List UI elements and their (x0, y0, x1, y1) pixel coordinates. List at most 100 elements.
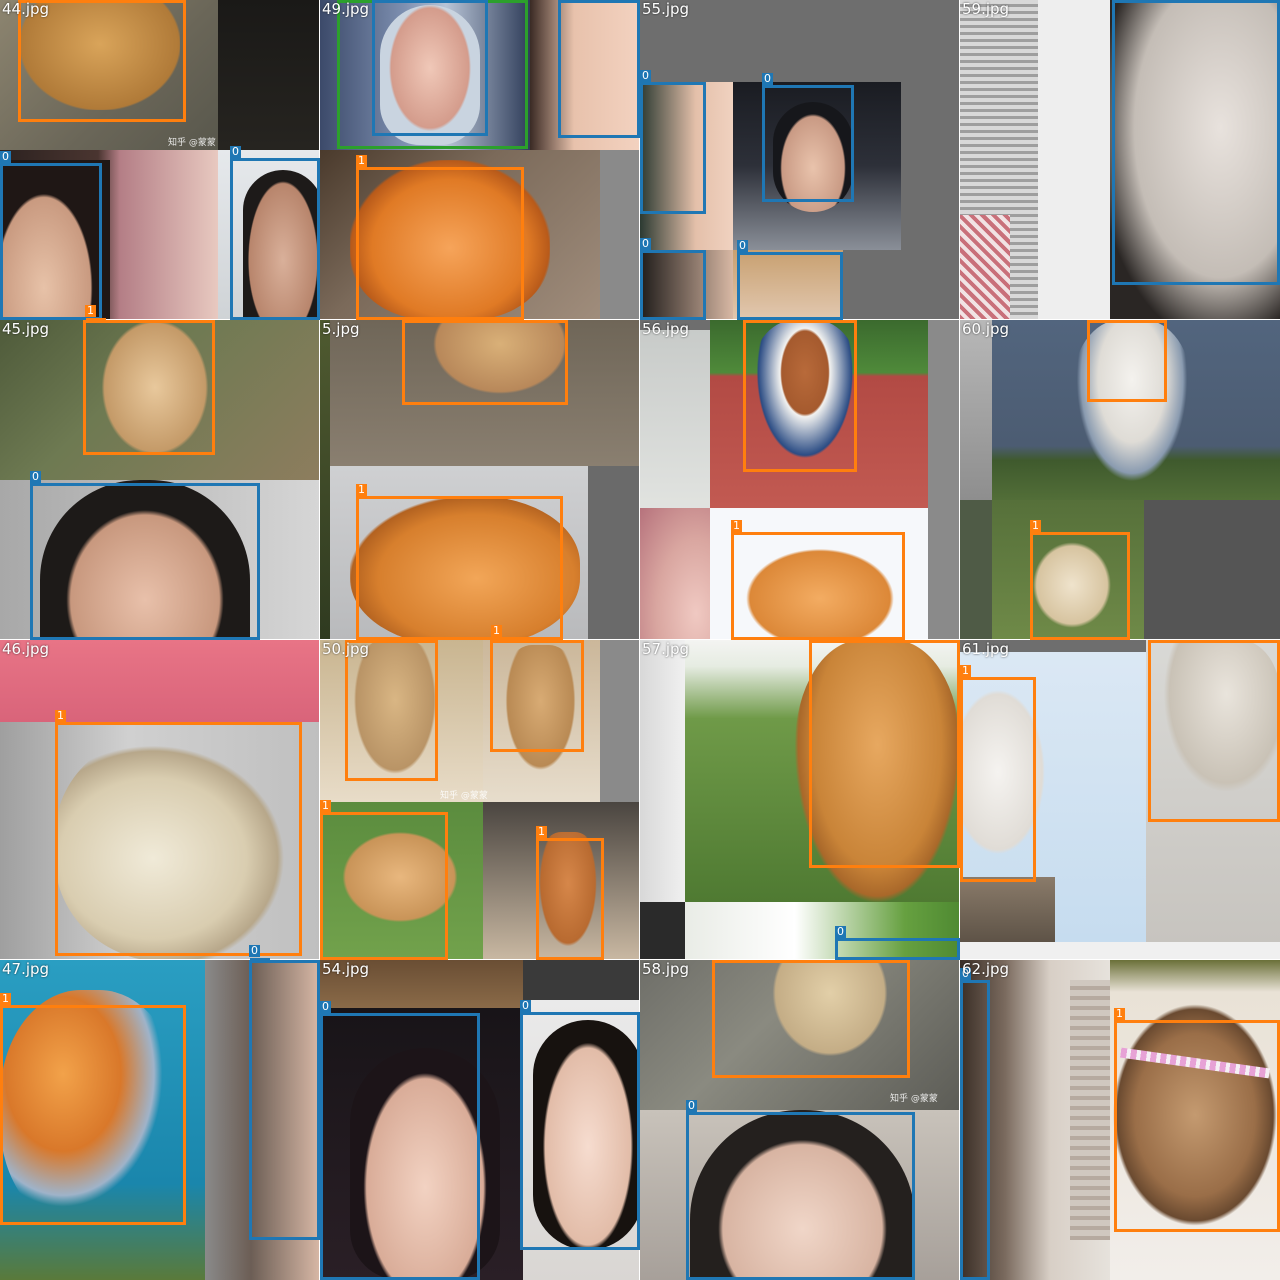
wall-photo (960, 320, 992, 500)
class-label: 1 (55, 709, 66, 722)
plant-strip (320, 320, 330, 640)
detection-box: 0 (762, 73, 854, 202)
detection-box: 1 (712, 960, 910, 1078)
detection-box: 1 (356, 155, 524, 320)
class-label: 1 (356, 483, 367, 496)
class-label: 0 (230, 145, 241, 158)
detection-box: 0 (640, 238, 706, 320)
class-label: 0 (737, 239, 748, 252)
class-label: 0 (762, 72, 773, 85)
mosaic-tile: 62.jpg 0 1 (959, 959, 1280, 1280)
detection-box: 0 (640, 70, 706, 214)
class-label: 0 (520, 999, 531, 1012)
detection-box: 1 (18, 0, 186, 122)
mosaic-tile: 55.jpg 0 0 0 0 (639, 0, 961, 321)
class-label: 1 (85, 304, 96, 317)
detection-box (1112, 0, 1280, 285)
class-label: 0 (640, 69, 651, 82)
padding-area (588, 466, 640, 640)
tile-filename: 54.jpg (322, 960, 370, 978)
wall-photo (640, 330, 710, 510)
shirt-photo (960, 215, 1010, 320)
tile-filename: 61.jpg (962, 640, 1010, 658)
detection-box: 1 (0, 993, 186, 1225)
tile-filename: 47.jpg (2, 960, 50, 978)
grass-photo (960, 500, 992, 640)
detection-box: 1 (809, 640, 960, 868)
class-label: 1 (356, 154, 367, 167)
mosaic-tile: 59.jpg (959, 0, 1280, 321)
mosaic-tile: 45.jpg 1 0 (0, 319, 321, 641)
detection-box: 0 (520, 1000, 640, 1250)
detection-box: 0 (0, 151, 102, 320)
detection-box (249, 960, 320, 1240)
padding-area (1144, 500, 1280, 640)
watermark: 知乎 @蒙蒙 (168, 138, 216, 148)
detection-box: 1 (1114, 1008, 1280, 1232)
tile-filename: 49.jpg (322, 0, 370, 18)
class-label: 1 (1030, 519, 1041, 532)
mosaic-tile: 57.jpg 1 0 (639, 639, 961, 961)
detection-box: 1 (960, 665, 1036, 882)
mosaic-tile: 47.jpg 1 (0, 959, 321, 1280)
detection-box (372, 0, 488, 136)
tile-filename: 56.jpg (642, 320, 690, 338)
detection-box: 0 (835, 926, 960, 960)
padding-area (600, 640, 640, 802)
mosaic-tile: 56.jpg 1 (639, 319, 961, 641)
detection-box: 0 (30, 471, 260, 640)
shirt-photo (640, 508, 710, 640)
class-label: 0 (0, 150, 11, 163)
detection-box: 0 (320, 1001, 480, 1280)
detection-box: 1 (731, 520, 905, 640)
padding-area (600, 150, 640, 320)
detection-box (558, 0, 640, 138)
detection-box: 1 (1030, 520, 1130, 640)
detection-box: 1 (1148, 640, 1280, 822)
dark-photo (218, 0, 320, 150)
detection-box: 0 (230, 146, 320, 320)
class-label: 1 (0, 992, 11, 1005)
mosaic-tile: 44.jpg 知乎 @蒙蒙 1 0 0 1 (0, 0, 321, 321)
detection-box: 0 (686, 1100, 915, 1280)
class-label: 0 (30, 470, 41, 483)
dark-photo (523, 960, 640, 1000)
detection-box (402, 320, 568, 405)
detection-box: 1 (1087, 320, 1167, 402)
detection-box: 1 (55, 710, 302, 956)
tile-filename: 55.jpg (642, 0, 690, 18)
class-label: 0 (835, 925, 846, 938)
class-label: 1 (960, 664, 971, 677)
tile-filename: 46.jpg (2, 640, 50, 658)
padding-area (960, 942, 1280, 960)
class-label: 1 (320, 799, 331, 812)
tile-filename: 57.jpg (642, 640, 690, 658)
detection-box: 1 (320, 800, 448, 960)
tile-filename: 62.jpg (962, 960, 1010, 978)
class-label: 1 (731, 519, 742, 532)
class-label: 0 (640, 237, 651, 250)
tile-filename: 59.jpg (962, 0, 1010, 18)
tile-filename: 44.jpg (2, 0, 50, 18)
mosaic-tile: 58.jpg 知乎 @蒙蒙 1 0 (639, 959, 961, 1280)
watermark: 知乎 @蒙蒙 (440, 791, 488, 801)
tile-filename: 50.jpg (322, 640, 370, 658)
tile-filename: 58.jpg (642, 960, 690, 978)
class-label: 1 (536, 825, 547, 838)
padding-area (928, 320, 960, 640)
detection-box: 1 (356, 484, 563, 640)
dark-photo (640, 902, 685, 960)
mosaic-tile: 46.jpg 1 0 (0, 639, 321, 961)
class-label: 0 (320, 1000, 331, 1013)
wall-photo (640, 640, 685, 902)
watermark: 知乎 @蒙蒙 (890, 1094, 938, 1104)
class-label: 1 (491, 624, 502, 637)
mosaic-tile: 49.jpg 1 (319, 0, 641, 321)
detection-box (743, 320, 857, 472)
mosaic-tile: 60.jpg 1 1 (959, 319, 1280, 641)
class-label: 1 (1114, 1007, 1125, 1020)
mosaic-tile: 54.jpg 0 0 (319, 959, 641, 1280)
detection-box: 1 (536, 826, 604, 960)
tile-filename: 60.jpg (962, 320, 1010, 338)
mosaic-tile: 5.jpg 1 1 (319, 319, 641, 641)
